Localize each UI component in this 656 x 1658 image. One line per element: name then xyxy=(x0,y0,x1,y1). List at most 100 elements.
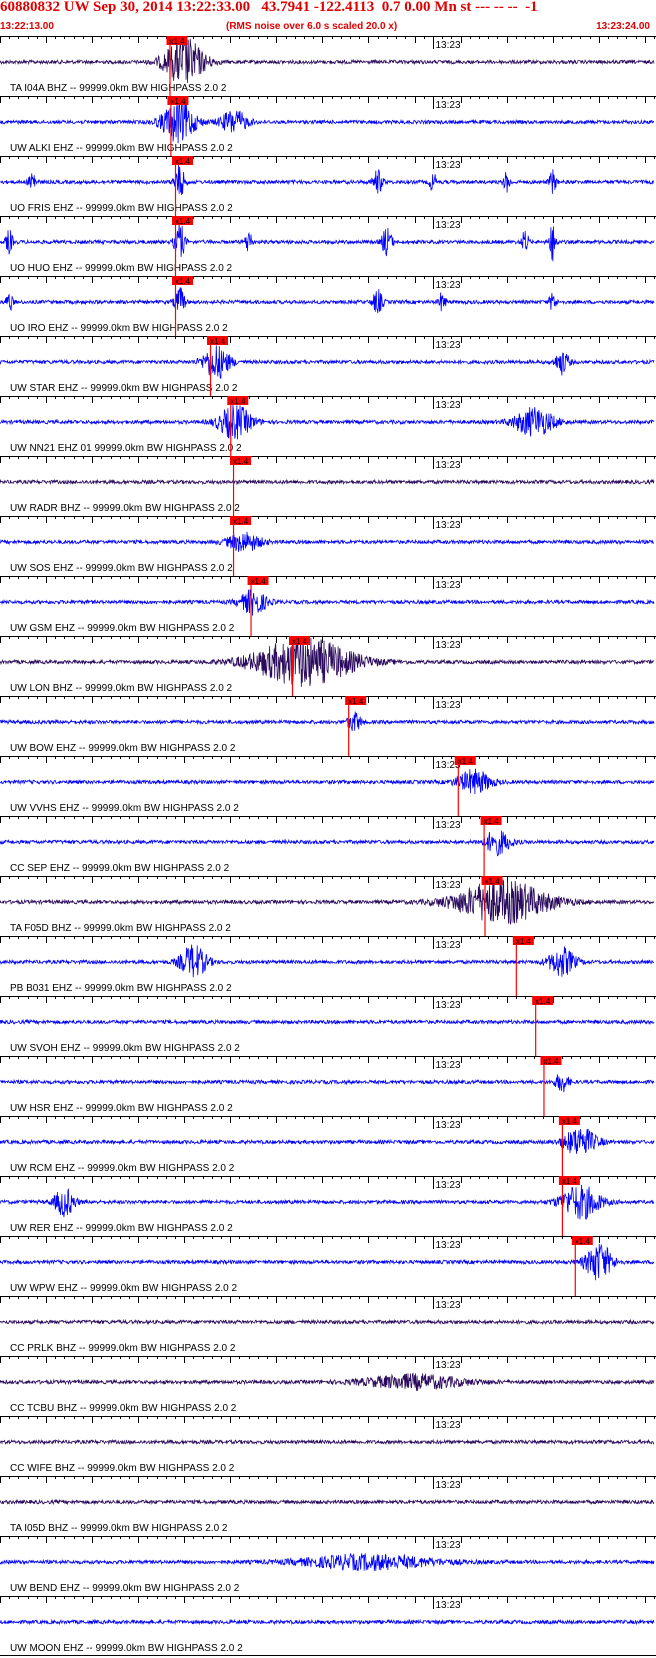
channel-trace: 13:23 UW BEND EHZ -- 99999.0km BW HIGHPAS… xyxy=(0,1536,656,1594)
waveform xyxy=(0,1438,655,1446)
minute-tick-label: 13:23 xyxy=(436,1360,461,1371)
pick-label: x1.4 xyxy=(175,217,191,226)
minute-tick-label: 13:23 xyxy=(436,1480,461,1491)
minute-tick-label: 13:23 xyxy=(436,400,461,411)
station-label: UW SVOH EHZ -- 99999.0km BW HIGHPASS 2.0… xyxy=(10,1043,240,1054)
event-title: 60880832 UW Sep 30, 2014 13:22:33.00 43.… xyxy=(0,0,538,15)
minute-tick-label: 13:23 xyxy=(436,820,461,831)
station-label: UW VVHS EHZ -- 99999.0km BW HIGHPASS 2.0… xyxy=(10,803,239,814)
waveform xyxy=(0,164,655,196)
minute-tick-label: 13:23 xyxy=(436,160,461,171)
waveform xyxy=(0,404,655,440)
station-label: UW RADR BHZ -- 99999.0km BW HIGHPASS 2.0… xyxy=(10,503,240,514)
waveform xyxy=(0,1128,655,1154)
channel-trace: 13:23 UW SVOH EHZ -- 99999.0km BW HIGHPAS… xyxy=(0,996,656,1056)
pick-label: x1.4 xyxy=(562,1177,578,1186)
waveform xyxy=(0,879,655,925)
channel-trace: 13:23 UW BOW EHZ -- 99999.0km BW HIGHPASS… xyxy=(0,696,656,756)
plot-header: 60880832 UW Sep 30, 2014 13:22:33.00 43.… xyxy=(0,0,656,36)
pick-label: x1.4 xyxy=(251,577,267,586)
channel-trace: 13:23 UW STAR EHZ -- 99999.0km BW HIGHPAS… xyxy=(0,336,656,396)
pick-label: x1.4 xyxy=(575,1237,591,1246)
minute-tick-label: 13:23 xyxy=(436,1120,461,1131)
waveform xyxy=(0,1498,655,1506)
minute-tick-label: 13:23 xyxy=(436,1240,461,1251)
station-label: UW RCM EHZ -- 99999.0km BW HIGHPASS 2.0 … xyxy=(10,1163,235,1174)
station-label: TA I05D BHZ -- 99999.0km BW HIGHPASS 2.0… xyxy=(10,1523,228,1534)
minute-tick-label: 13:23 xyxy=(436,1420,461,1431)
minute-tick-label: 13:23 xyxy=(436,940,461,951)
pick-label: x1.4 xyxy=(230,397,246,406)
pick-label: x1.4 xyxy=(485,877,501,886)
channel-trace: 13:23 UW NN21 EHZ 01 99999.0km BW HIGHPAS… xyxy=(0,396,656,456)
pick-label: x1.4 xyxy=(458,757,474,766)
minute-tick-label: 13:23 xyxy=(436,1000,461,1011)
channel-trace: 13:23 UW LON BHZ -- 99999.0km BW HIGHPASS… xyxy=(0,636,656,696)
minute-tick-label: 13:23 xyxy=(436,880,461,891)
minute-tick-label: 13:23 xyxy=(436,1060,461,1071)
pick-label: x1.4 xyxy=(562,1117,578,1126)
station-label: UW STAR EHZ -- 99999.0km BW HIGHPASS 2.0… xyxy=(10,383,238,394)
pick-label: x1.4 xyxy=(169,37,185,46)
channel-trace: 13:23 TA I04A BHZ -- 99999.0km BW HIGHPAS… xyxy=(0,36,656,96)
waveform xyxy=(0,287,655,314)
station-label: CC WIFE BHZ -- 99999.0km BW HIGHPASS 2.0… xyxy=(10,1463,235,1474)
minute-tick-label: 13:23 xyxy=(436,280,461,291)
minute-tick-label: 13:23 xyxy=(436,220,461,231)
minute-tick-label: 13:23 xyxy=(436,1600,461,1611)
waveform xyxy=(0,1552,655,1572)
channel-trace: 13:23 UO HUO EHZ -- 99999.0km BW HIGHPASS… xyxy=(0,216,656,276)
channel-trace: 13:23 UW RER EHZ -- 99999.0km BW HIGHPASS… xyxy=(0,1176,656,1236)
waveform xyxy=(0,637,655,687)
minute-tick-label: 13:23 xyxy=(436,100,461,111)
pick-label: x1.4 xyxy=(233,517,249,526)
station-label: UO FRIS EHZ -- 99999.0km BW HIGHPASS 2.0… xyxy=(10,203,233,214)
waveform xyxy=(0,830,655,857)
station-label: UW BOW EHZ -- 99999.0km BW HIGHPASS 2.0 … xyxy=(10,743,236,754)
station-label: CC TCBU BHZ -- 99999.0km BW HIGHPASS 2.0… xyxy=(10,1403,237,1414)
station-label: TA I04A BHZ -- 99999.0km BW HIGHPASS 2.0… xyxy=(10,83,227,94)
station-label: UW LON BHZ -- 99999.0km BW HIGHPASS 2.0 … xyxy=(10,683,233,694)
channel-trace: 13:23 CC WIFE BHZ -- 99999.0km BW HIGHPAS… xyxy=(0,1416,656,1474)
waveform xyxy=(0,1618,655,1626)
waveform xyxy=(0,589,655,616)
station-label: UO HUO EHZ -- 99999.0km BW HIGHPASS 2.0 … xyxy=(10,263,233,274)
channel-trace: 13:23 UW RADR BHZ -- 99999.0km BW HIGHPAS… xyxy=(0,456,656,516)
station-label: UW NN21 EHZ 01 99999.0km BW HIGHPASS 2.0… xyxy=(10,443,242,454)
pick-label: x1.4 xyxy=(170,97,186,106)
waveform xyxy=(0,1372,655,1391)
pick-label: x1.4 xyxy=(210,337,226,346)
station-label: UW BEND EHZ -- 99999.0km BW HIGHPASS 2.0… xyxy=(10,1583,240,1594)
channel-trace: 13:23 UW RCM EHZ -- 99999.0km BW HIGHPASS… xyxy=(0,1116,656,1176)
minute-tick-label: 13:23 xyxy=(436,40,461,51)
station-label: TA F05D BHZ -- 99999.0km BW HIGHPASS 2.0… xyxy=(10,923,231,934)
seismogram-chart: 13:23 TA I04A BHZ -- 99999.0km BW HIGHPAS… xyxy=(0,36,656,1656)
channel-trace: 13:23 UO FRIS EHZ -- 99999.0km BW HIGHPAS… xyxy=(0,156,656,216)
minute-tick-label: 13:23 xyxy=(436,1180,461,1191)
minute-tick-label: 13:23 xyxy=(436,580,461,591)
pick-label: x1.4 xyxy=(292,637,308,646)
channel-trace: 13:23 UO IRO EHZ -- 99999.0km BW HIGHPASS… xyxy=(0,276,656,336)
waveform xyxy=(0,1018,655,1026)
minute-tick-label: 13:23 xyxy=(436,340,461,351)
waveform xyxy=(0,1184,655,1220)
pick-label: x1.4 xyxy=(175,277,191,286)
waveform xyxy=(0,944,655,978)
station-label: PB B031 EHZ -- 99999.0km BW HIGHPASS 2.0… xyxy=(10,983,232,994)
station-label: UO IRO EHZ -- 99999.0km BW HIGHPASS 2.0 … xyxy=(10,323,228,334)
waveform xyxy=(0,1318,655,1326)
station-label: UW HSR EHZ -- 99999.0km BW HIGHPASS 2.0 … xyxy=(10,1103,233,1114)
waveform xyxy=(0,711,655,731)
minute-tick-label: 13:23 xyxy=(436,1540,461,1551)
station-label: UW SOS EHZ -- 99999.0km BW HIGHPASS 2.0 … xyxy=(10,563,233,574)
pick-label: x1.4 xyxy=(233,457,249,466)
scale-note: (RMS noise over 6.0 s scaled 20.0 x) xyxy=(226,21,398,32)
waveform xyxy=(0,1243,655,1281)
minute-tick-label: 13:23 xyxy=(436,640,461,651)
station-label: UW RER EHZ -- 99999.0km BW HIGHPASS 2.0 … xyxy=(10,1223,233,1234)
pick-label: x1.4 xyxy=(535,997,551,1006)
channel-trace: 13:23 CC TCBU BHZ -- 99999.0km BW HIGHPAS… xyxy=(0,1356,656,1414)
channel-trace: 13:23 UW MOON EHZ -- 99999.0km BW HIGHPAS… xyxy=(0,1596,656,1654)
station-label: UW GSM EHZ -- 99999.0km BW HIGHPASS 2.0 … xyxy=(10,623,235,634)
pick-label: x1.4 xyxy=(516,937,532,946)
